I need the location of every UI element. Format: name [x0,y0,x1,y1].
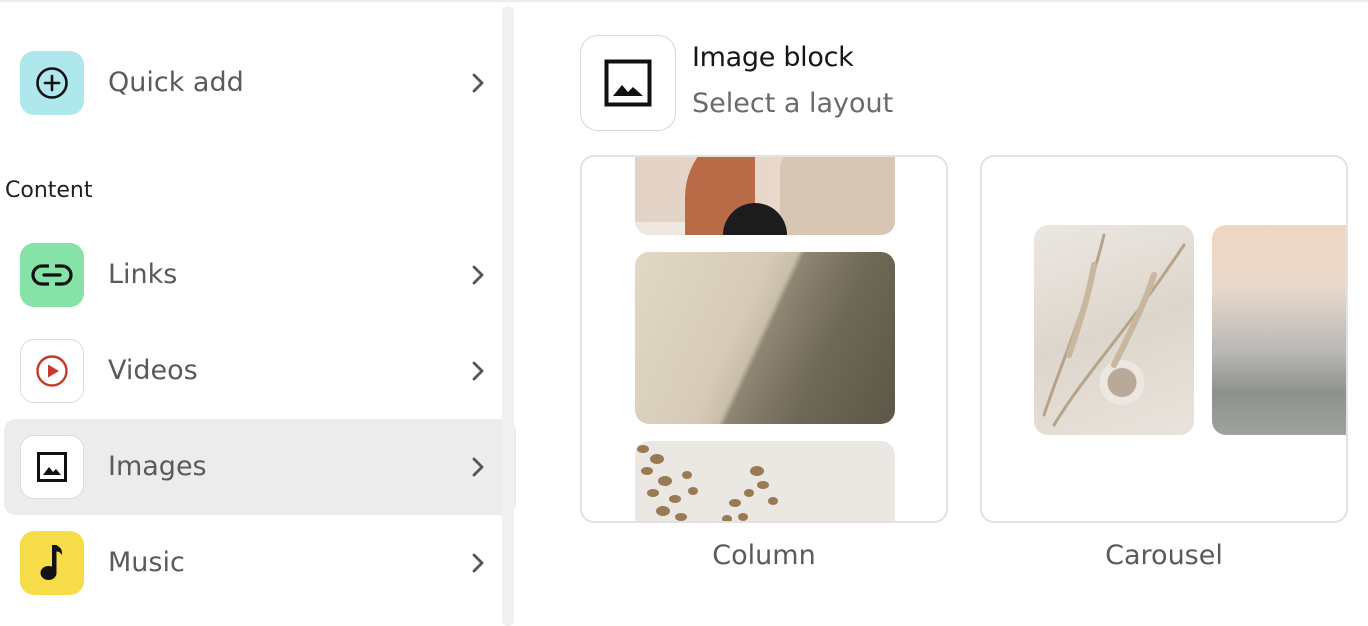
music-tile [20,531,84,595]
sidebar-item-music[interactable]: Music [4,515,516,611]
images-tile [20,435,84,499]
sidebar-item-label: Quick add [108,67,244,98]
thumbnail-image [635,252,895,424]
sidebar-item-label: Images [108,451,207,482]
section-title-content: Content [5,178,93,203]
chevron-right-icon [472,265,484,285]
thumbnail-image [635,441,895,521]
layout-option-column[interactable] [580,155,948,523]
videos-tile [20,339,84,403]
sidebar-item-images[interactable]: Images [4,419,516,515]
image-icon [37,452,67,482]
page-subtitle: Select a layout [692,88,894,119]
layout-label-carousel: Carousel [1105,540,1223,571]
plus-circle-icon [36,67,68,99]
music-note-icon [40,545,62,580]
chevron-right-icon [472,73,484,93]
thumbnail-image [1212,225,1346,435]
layout-label-column: Column [712,540,816,571]
sidebar-menu: Quick add Content Links Videos Images Mu… [0,0,516,626]
page-title: Image block [692,42,854,73]
arch-image [635,157,895,235]
thumbnail-image [635,157,895,235]
chevron-right-icon [472,361,484,381]
image-icon [604,59,652,107]
sidebar-scrollbar[interactable] [502,6,514,626]
sidebar-item-label: Music [108,547,185,578]
eucalyptus-image [637,445,778,521]
sidebar-item-label: Links [108,259,178,290]
image-block-icon-tile [580,35,676,131]
sidebar-item-videos[interactable]: Videos [4,323,516,419]
chevron-right-icon [472,553,484,573]
quick-add-tile [20,51,84,115]
pampas-image [1042,233,1186,427]
chevron-right-icon [472,457,484,477]
sidebar-item-label: Videos [108,355,198,386]
sidebar-item-links[interactable]: Links [4,227,516,323]
play-icon [36,355,68,387]
thumbnail-image [1034,225,1194,435]
link-icon [31,263,73,287]
sidebar-item-quick-add[interactable]: Quick add [4,35,516,131]
layout-option-carousel[interactable] [980,155,1348,523]
links-tile [20,243,84,307]
